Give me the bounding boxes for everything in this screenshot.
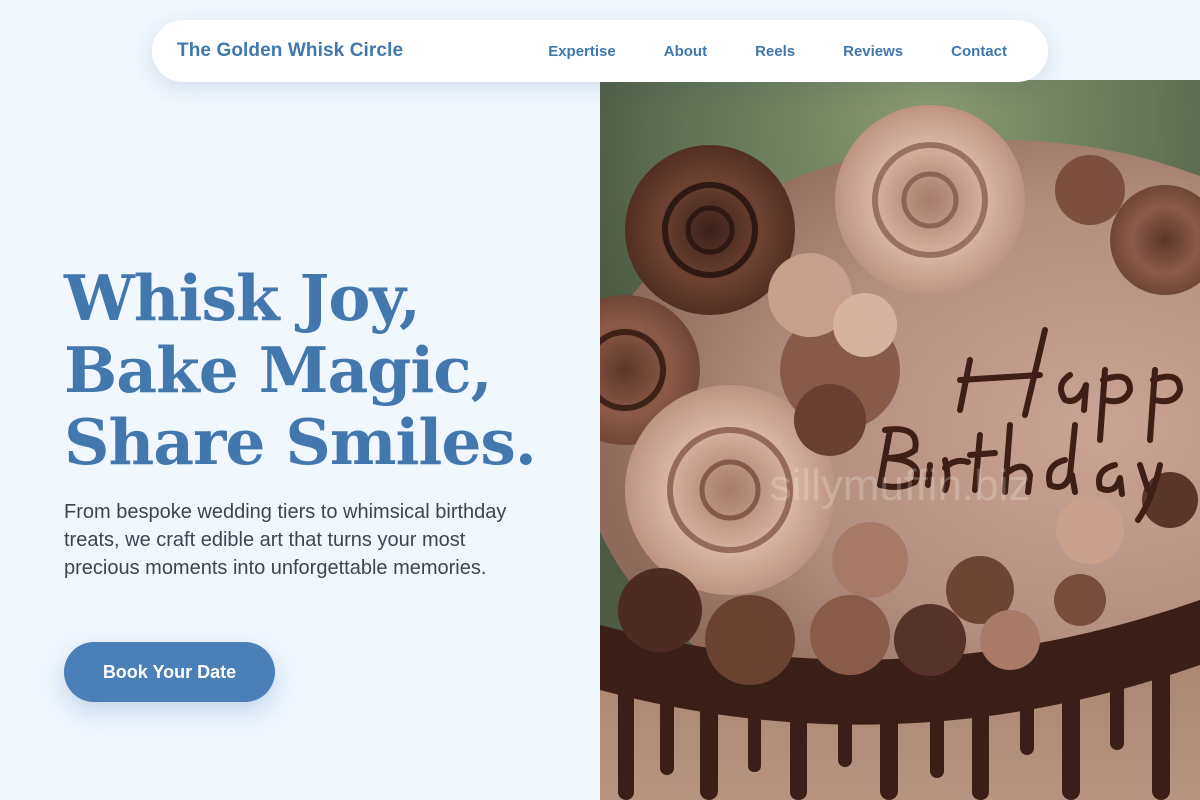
hero-title: Whisk Joy, Bake Magic, Share Smiles.	[64, 261, 537, 479]
book-your-date-button[interactable]: Book Your Date	[64, 642, 275, 702]
nav-link-expertise[interactable]: Expertise	[548, 43, 616, 60]
nav-link-reels[interactable]: Reels	[755, 43, 795, 60]
hero-title-line-1: Whisk Joy,	[64, 261, 421, 335]
nav-link-contact[interactable]: Contact	[951, 43, 1007, 60]
nav-link-reviews[interactable]: Reviews	[843, 43, 903, 60]
hero-title-line-2: Bake Magic,	[64, 333, 493, 407]
top-navigation: The Golden Whisk Circle Expertise About …	[152, 20, 1048, 82]
hero-description: From bespoke wedding tiers to whimsical …	[64, 501, 507, 579]
hero-title-line-3: Share Smiles.	[64, 405, 537, 479]
nav-links: Expertise About Reels Reviews Contact	[548, 20, 1007, 82]
hero-cake-image: sillymuffin.biz	[600, 80, 1200, 800]
brand-logo-text[interactable]: The Golden Whisk Circle	[177, 20, 403, 82]
image-watermark: sillymuffin.biz	[770, 461, 1031, 510]
nav-link-about[interactable]: About	[664, 43, 707, 60]
